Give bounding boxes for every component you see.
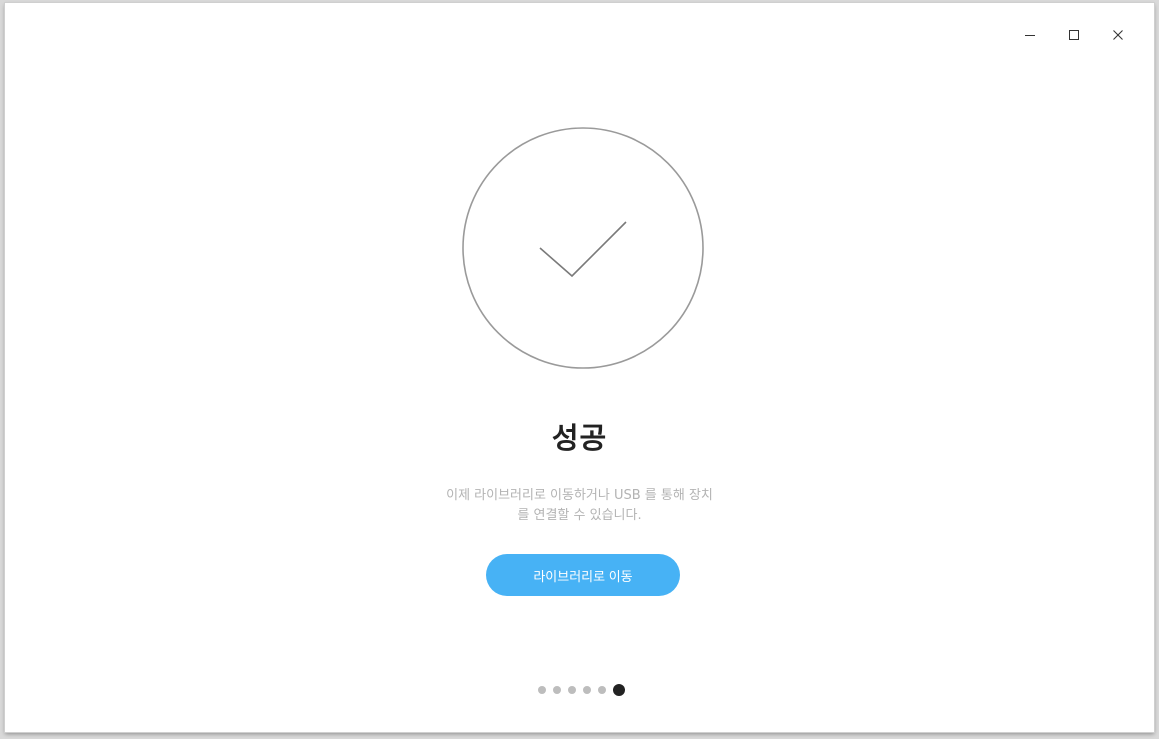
minimize-icon [1025,35,1035,36]
success-message-line: 이제 라이브러리로 이동하거나 USB 를 통해 장치 [446,488,713,503]
pager-dot[interactable] [598,686,606,694]
success-message: 이제 라이브러리로 이동하거나 USB 를 통해 장치 를 연결할 수 있습니다… [5,486,1154,526]
success-message-line: 를 연결할 수 있습니다. [517,508,642,523]
close-icon [1113,30,1123,40]
pager-dot[interactable] [568,686,576,694]
pager-dot[interactable] [538,686,546,694]
pager-dot[interactable] [553,686,561,694]
minimize-button[interactable] [1008,23,1052,47]
go-to-library-button[interactable]: 라이브러리로 이동 [486,554,680,596]
step-pager [538,684,625,696]
pager-dot-active[interactable] [613,684,625,696]
window-controls [1008,23,1140,47]
maximize-button[interactable] [1052,23,1096,47]
close-button[interactable] [1096,23,1140,47]
success-title: 성공 [551,421,608,455]
maximize-icon [1069,30,1079,40]
checkmark-circle-icon [462,127,704,369]
pager-dot[interactable] [583,686,591,694]
app-window: 성공 이제 라이브러리로 이동하거나 USB 를 통해 장치 를 연결할 수 있… [5,3,1154,732]
